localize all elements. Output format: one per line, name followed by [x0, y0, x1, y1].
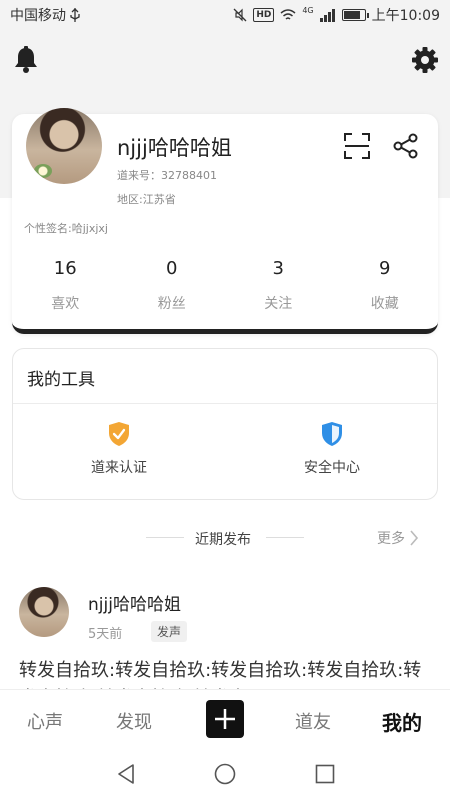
qr-scan-button[interactable]: [342, 131, 372, 161]
tool-verification[interactable]: 道来认证: [39, 421, 199, 477]
share-button[interactable]: [391, 131, 421, 161]
nav-mine[interactable]: 我的: [382, 707, 422, 736]
recents-icon[interactable]: [313, 762, 337, 786]
tool-security-center[interactable]: 安全中心: [252, 421, 412, 477]
chevron-right-icon: [410, 530, 419, 546]
home-icon[interactable]: [213, 762, 237, 786]
profile-signature: 个性签名:哈jjxjxj: [24, 222, 108, 235]
stat-label: 关注: [264, 296, 293, 312]
post-content[interactable]: 转发自拾玖:转发自拾玖:转发自拾玖:转发自拾玖:转发自拾玖:转发自拾玖:转发自: [19, 657, 431, 689]
stat-label: 粉丝: [157, 296, 186, 312]
gear-icon: [412, 47, 438, 73]
settings-button[interactable]: [410, 45, 440, 75]
system-nav-bar: [0, 749, 450, 800]
avatar[interactable]: [26, 108, 102, 184]
battery-icon: [341, 9, 369, 21]
stat-likes[interactable]: 16 喜欢: [12, 258, 119, 313]
status-bar: 中国移动 HD 4G 上午10:09: [0, 0, 450, 30]
profile-card: njjj哈哈哈姐 道来号：32788401 地区:江苏省 个性签名:哈jjxjx…: [12, 108, 438, 334]
nav-friends[interactable]: 道友: [295, 708, 331, 734]
profile-nickname: njjj哈哈哈姐: [117, 136, 232, 160]
bell-icon: [15, 46, 37, 73]
stat-label: 收藏: [370, 296, 399, 312]
nav-xinsheng[interactable]: 心声: [27, 708, 63, 734]
network-type: 4G: [302, 5, 314, 15]
plus-icon: [215, 709, 235, 729]
recent-section-header: 近期发布 更多: [0, 524, 450, 552]
post-author-name[interactable]: njjj哈哈哈姐: [88, 590, 181, 615]
stat-value: 3: [272, 258, 284, 279]
divider-left: [146, 537, 184, 538]
tools-divider: [13, 403, 437, 404]
clock: 上午10:09: [371, 8, 440, 24]
post-tag: 发声: [151, 621, 188, 642]
mute-icon: [233, 8, 247, 22]
tool-label: 道来认证: [91, 460, 147, 476]
tools-card: 我的工具 道来认证 安全中心: [12, 348, 438, 500]
stat-following[interactable]: 3 关注: [225, 258, 332, 313]
bottom-nav: 心声 发现 道友 我的: [0, 689, 450, 749]
nav-discover[interactable]: 发现: [116, 708, 152, 734]
verified-shield-icon: [109, 422, 129, 446]
stat-value: 0: [166, 258, 178, 279]
scan-icon: [344, 133, 370, 159]
post-author-avatar[interactable]: [19, 587, 69, 637]
tools-title: 我的工具: [27, 370, 95, 390]
profile-stats: 16 喜欢 0 粉丝 3 关注 9 收藏: [12, 258, 438, 313]
hd-badge: HD: [253, 8, 275, 22]
back-icon[interactable]: [114, 762, 138, 786]
more-label: 更多: [377, 531, 405, 547]
tool-label: 安全中心: [304, 460, 360, 476]
publish-button[interactable]: [206, 700, 244, 738]
recent-title: 近期发布: [195, 532, 251, 548]
post-time: 5天前: [88, 627, 123, 642]
security-shield-icon: [322, 422, 342, 446]
usb-icon: [70, 8, 80, 22]
stat-fans[interactable]: 0 粉丝: [119, 258, 226, 313]
stat-favorites[interactable]: 9 收藏: [332, 258, 439, 313]
notification-bell-button[interactable]: [11, 45, 41, 75]
profile-screen: 中国移动 HD 4G 上午10:09 njjj哈哈哈姐 道来号：32788401…: [0, 0, 450, 800]
profile-id: 道来号：32788401: [117, 169, 217, 182]
share-icon: [393, 133, 418, 159]
wifi-icon: [280, 8, 296, 20]
more-button[interactable]: 更多: [377, 528, 419, 548]
stat-value: 16: [53, 258, 77, 279]
profile-region: 地区:江苏省: [117, 193, 176, 206]
stat-value: 9: [379, 258, 391, 279]
carrier-name: 中国移动: [10, 8, 66, 24]
divider-right: [266, 537, 304, 538]
stat-label: 喜欢: [51, 296, 80, 312]
signal-icon: [319, 8, 335, 22]
